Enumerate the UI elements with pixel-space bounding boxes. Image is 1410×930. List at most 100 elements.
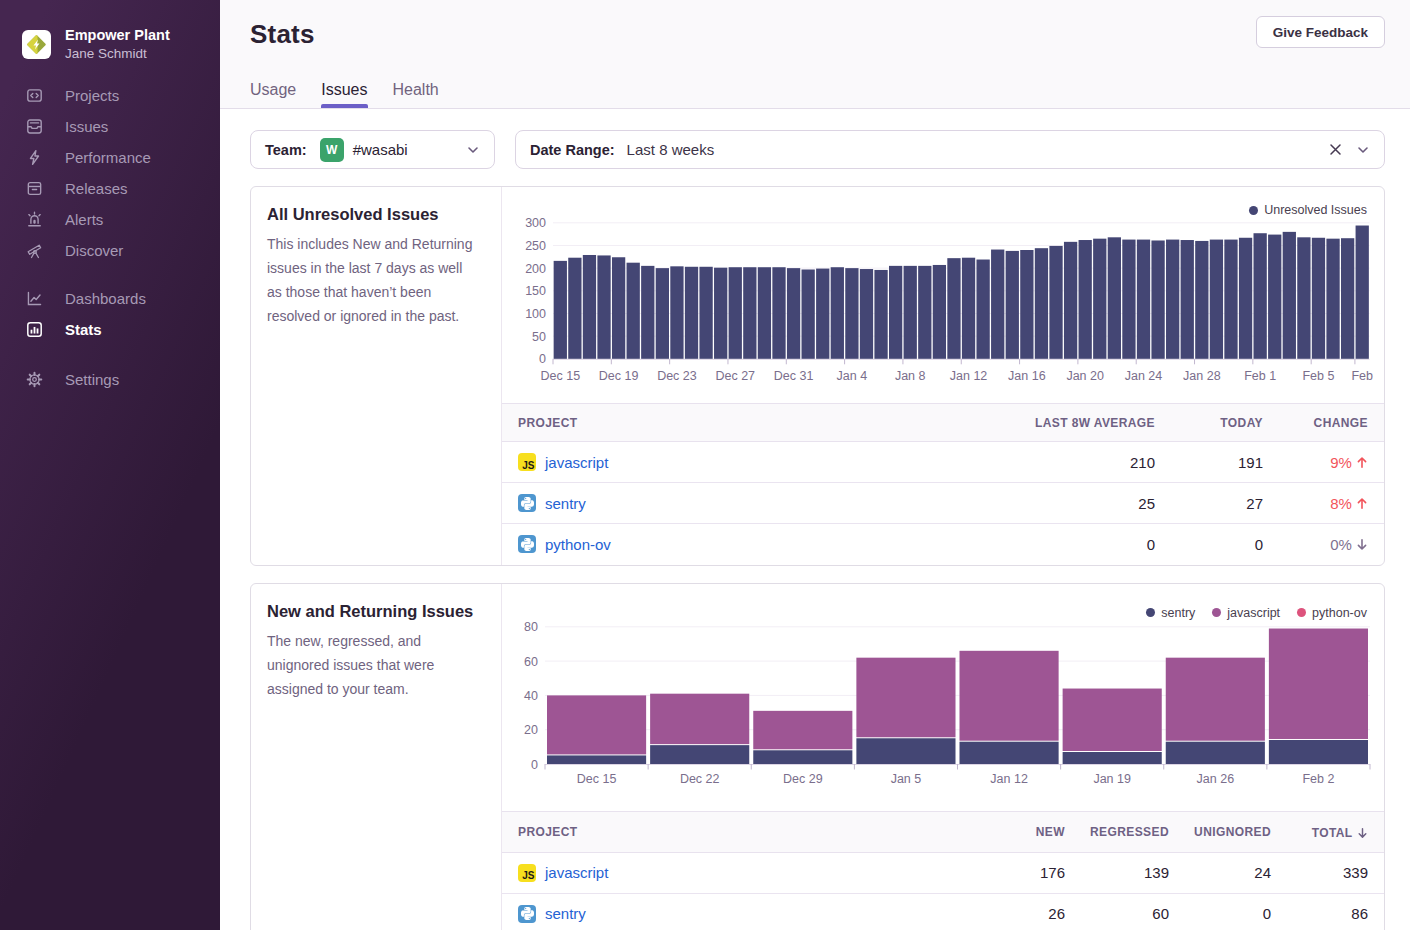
bar-unresolved[interactable] [1137, 240, 1150, 359]
bar-unresolved[interactable] [1268, 235, 1281, 359]
project-link-python-ov[interactable]: python-ov [545, 536, 611, 553]
column-header-new[interactable]: NEW [965, 811, 1065, 852]
bar-unresolved[interactable] [685, 267, 698, 359]
column-header-today[interactable]: TODAY [1155, 404, 1263, 442]
bar-unresolved[interactable] [1006, 251, 1019, 359]
bar-unresolved[interactable] [976, 260, 989, 359]
bar-unresolved[interactable] [1181, 240, 1194, 359]
project-link-sentry[interactable]: sentry [545, 905, 586, 922]
legend-item-sentry[interactable]: sentry [1146, 606, 1195, 620]
bar-unresolved[interactable] [1326, 239, 1339, 359]
bar-unresolved[interactable] [1020, 250, 1033, 359]
bar-unresolved[interactable] [583, 255, 596, 359]
bar-unresolved[interactable] [1093, 239, 1106, 359]
bar-sentry[interactable] [856, 738, 955, 764]
bar-sentry[interactable] [1166, 741, 1265, 763]
bar-unresolved[interactable] [904, 266, 917, 359]
bar-unresolved[interactable] [670, 266, 683, 358]
bar-unresolved[interactable] [758, 267, 771, 359]
bar-unresolved[interactable] [1224, 240, 1237, 359]
bar-javascript[interactable] [1063, 688, 1162, 750]
project-link-javascript[interactable]: javascript [545, 864, 608, 881]
bar-sentry[interactable] [650, 745, 749, 764]
bar-unresolved[interactable] [787, 268, 800, 359]
bar-unresolved[interactable] [1108, 237, 1121, 358]
bar-unresolved[interactable] [1049, 246, 1062, 359]
bar-unresolved[interactable] [991, 250, 1004, 359]
bar-unresolved[interactable] [1064, 242, 1077, 359]
bar-unresolved[interactable] [714, 268, 727, 359]
bar-unresolved[interactable] [1122, 240, 1135, 359]
project-link-javascript[interactable]: javascript [545, 454, 608, 471]
bar-unresolved[interactable] [933, 265, 946, 359]
bar-unresolved[interactable] [1297, 237, 1310, 358]
bar-unresolved[interactable] [568, 258, 581, 359]
bar-unresolved[interactable] [656, 268, 669, 359]
sidebar-item-alerts[interactable]: Alerts [0, 204, 220, 235]
sidebar-item-releases[interactable]: Releases [0, 173, 220, 204]
project-link-sentry[interactable]: sentry [545, 495, 586, 512]
team-select[interactable]: Team: W #wasabi [250, 130, 495, 169]
bar-unresolved[interactable] [947, 258, 960, 359]
tab-issues[interactable]: Issues [321, 81, 367, 108]
bar-unresolved[interactable] [918, 266, 931, 359]
bar-unresolved[interactable] [1166, 240, 1179, 359]
bar-sentry[interactable] [1063, 751, 1162, 763]
bar-unresolved[interactable] [1312, 238, 1325, 359]
bar-unresolved[interactable] [845, 268, 858, 359]
bar-unresolved[interactable] [641, 266, 654, 359]
column-header-total[interactable]: TOTAL [1271, 811, 1384, 852]
bar-javascript[interactable] [650, 693, 749, 743]
column-header-regressed[interactable]: REGRESSED [1065, 811, 1169, 852]
bar-unresolved[interactable] [889, 266, 902, 359]
bar-unresolved[interactable] [743, 267, 756, 359]
sidebar-item-performance[interactable]: Performance [0, 142, 220, 173]
column-header-last-8w-average[interactable]: LAST 8W AVERAGE [985, 404, 1155, 442]
bar-javascript[interactable] [960, 650, 1059, 740]
date-range-select[interactable]: Date Range: Last 8 weeks [515, 130, 1385, 169]
bar-sentry[interactable] [753, 750, 852, 764]
bar-unresolved[interactable] [597, 255, 610, 358]
column-header-change[interactable]: CHANGE [1263, 404, 1384, 442]
bar-javascript[interactable] [753, 710, 852, 748]
legend-item-javascript[interactable]: javascript [1212, 606, 1280, 620]
bar-sentry[interactable] [547, 755, 646, 764]
bar-unresolved[interactable] [612, 257, 625, 359]
bar-javascript[interactable] [1269, 628, 1368, 738]
bar-unresolved[interactable] [1254, 233, 1267, 359]
bar-unresolved[interactable] [816, 269, 829, 359]
bar-unresolved[interactable] [1195, 241, 1208, 359]
tab-health[interactable]: Health [393, 81, 439, 108]
sidebar-item-discover[interactable]: Discover [0, 235, 220, 266]
bar-unresolved[interactable] [1151, 240, 1164, 358]
bar-unresolved[interactable] [1239, 238, 1252, 359]
bar-unresolved[interactable] [699, 267, 712, 359]
legend-item-python-ov[interactable]: python-ov [1297, 606, 1367, 620]
bar-unresolved[interactable] [802, 269, 815, 358]
bar-javascript[interactable] [1166, 657, 1265, 740]
tab-usage[interactable]: Usage [250, 81, 296, 108]
bar-unresolved[interactable] [874, 270, 887, 359]
bar-unresolved[interactable] [554, 261, 567, 359]
bar-unresolved[interactable] [1283, 232, 1296, 359]
bar-unresolved[interactable] [729, 267, 742, 359]
org-switcher[interactable]: Empower Plant Jane Schmidt [0, 0, 220, 63]
column-header-project[interactable]: PROJECT [502, 811, 965, 852]
bar-unresolved[interactable] [962, 258, 975, 359]
bar-unresolved[interactable] [1210, 240, 1223, 359]
sidebar-item-dashboards[interactable]: Dashboards [0, 283, 220, 314]
sidebar-item-stats[interactable]: Stats [0, 314, 220, 345]
bar-unresolved[interactable] [860, 269, 873, 359]
give-feedback-button[interactable]: Give Feedback [1256, 16, 1385, 48]
column-header-unignored[interactable]: UNIGNORED [1169, 811, 1271, 852]
column-header-project[interactable]: PROJECT [502, 404, 985, 442]
bar-javascript[interactable] [547, 695, 646, 754]
bar-unresolved[interactable] [1035, 248, 1048, 359]
clear-icon[interactable] [1329, 143, 1342, 156]
bar-unresolved[interactable] [831, 267, 844, 359]
bar-unresolved[interactable] [627, 263, 640, 359]
bar-javascript[interactable] [856, 657, 955, 737]
legend-item-unresolved-issues[interactable]: Unresolved Issues [1249, 203, 1367, 217]
bar-unresolved[interactable] [1341, 238, 1354, 359]
sidebar-item-projects[interactable]: Projects [0, 80, 220, 111]
